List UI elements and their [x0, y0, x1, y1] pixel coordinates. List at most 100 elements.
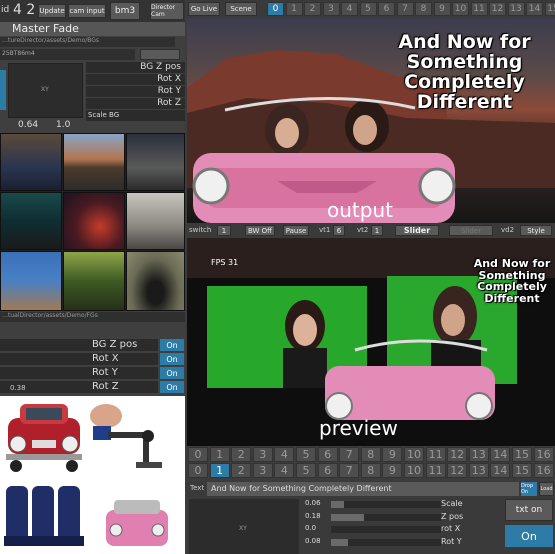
fg-slider-row[interactable]: BG Z pos [0, 339, 158, 351]
number-button[interactable]: 15 [512, 447, 532, 462]
name-field[interactable]: 25BT86m4 [0, 49, 135, 60]
scene-number-button[interactable]: 5 [359, 2, 377, 16]
go-live-button[interactable]: Go Live [188, 2, 220, 16]
slider-row-top[interactable]: Rot Y [86, 86, 185, 97]
switch-v1[interactable]: 1 [217, 225, 231, 236]
director-cam-button[interactable]: Director Cam [150, 2, 184, 20]
scene-number-button[interactable]: 4 [341, 2, 358, 16]
thumb-kitchen[interactable] [126, 192, 185, 250]
bottom-slider-track[interactable] [331, 538, 441, 546]
number-button[interactable]: 10 [404, 463, 424, 478]
thumb-island[interactable] [0, 192, 62, 250]
number-button[interactable]: 0 [188, 463, 208, 478]
thumb-bedroom[interactable] [0, 251, 62, 311]
number-button[interactable]: 12 [447, 463, 468, 478]
scene-number-button[interactable]: 9 [433, 2, 451, 16]
thumb-road[interactable] [126, 133, 185, 191]
fg-slider-row[interactable]: Rot Y [0, 367, 158, 379]
number-button[interactable]: 11 [425, 463, 446, 478]
bottom-slider-row[interactable]: 0.0 rot X [305, 524, 501, 535]
number-button[interactable]: 10 [404, 447, 424, 462]
bottom-slider-row[interactable]: 0.18 Z pos [305, 512, 501, 523]
bottom-slider-row[interactable]: 0.06 Scale [305, 499, 501, 510]
bw-off-button[interactable]: BW Off [245, 225, 275, 236]
on-button-large[interactable]: On [505, 525, 553, 547]
xy-pad[interactable]: XY [8, 63, 83, 118]
scene-number-button[interactable]: 1 [285, 2, 303, 16]
on-toggle[interactable]: On [160, 381, 184, 393]
load-button[interactable]: Load [539, 482, 554, 496]
slider-button[interactable]: Slider [395, 225, 439, 236]
thumb-red-car[interactable] [0, 396, 88, 476]
fg-path-field[interactable]: …tualDirector/assets/Demo/FGs [0, 312, 185, 322]
vt2-value[interactable]: 1 [371, 225, 383, 236]
number-button[interactable]: 5 [296, 447, 316, 462]
fg-slider-row[interactable]: Rot X [0, 353, 158, 365]
number-button[interactable]: 8 [360, 463, 381, 478]
vt1-value[interactable]: 6 [333, 225, 345, 236]
scene-number-button[interactable]: 12 [489, 2, 506, 16]
slider-row-top[interactable]: BG Z pos [86, 62, 185, 73]
scene-number-button[interactable]: 10 [452, 2, 469, 16]
thumb-subway[interactable] [0, 133, 62, 191]
number-button[interactable]: 13 [468, 463, 489, 478]
number-button[interactable]: 6 [317, 463, 338, 478]
scene-number-button[interactable]: 13 [507, 2, 525, 16]
on-toggle[interactable]: On [160, 353, 184, 365]
number-button[interactable]: 5 [296, 463, 316, 478]
number-button[interactable]: 11 [425, 447, 446, 462]
slider-row-top[interactable]: Rot Z [86, 98, 185, 109]
number-button[interactable]: 1 [209, 447, 230, 462]
number-button[interactable]: 15 [512, 463, 532, 478]
slider-row-top[interactable]: Rot X [86, 74, 185, 85]
on-toggle[interactable]: On [160, 339, 184, 351]
scene-button[interactable]: Scene [225, 2, 257, 16]
number-button[interactable]: 4 [274, 463, 295, 478]
scale-bg-row[interactable]: Scale BG [86, 110, 185, 121]
number-button[interactable]: 9 [382, 447, 403, 462]
scene-number-button[interactable]: 14 [526, 2, 543, 16]
number-button[interactable]: 7 [339, 463, 360, 478]
thumb-crater[interactable] [126, 251, 185, 311]
number-button[interactable]: 9 [382, 463, 403, 478]
scene-number-button[interactable]: 11 [470, 2, 488, 16]
scene-number-button[interactable]: 2 [304, 2, 321, 16]
text-input[interactable]: And Now for Something Completely Differe… [207, 482, 519, 496]
thumb-pink-car[interactable] [88, 478, 185, 554]
on-toggle[interactable]: On [160, 367, 184, 379]
cam-input-button[interactable]: cam input [68, 4, 106, 18]
scene-number-button[interactable]: 15 [544, 2, 555, 16]
bottom-xy-pad[interactable]: XY [189, 499, 299, 554]
bm3-button[interactable]: bm3 [110, 2, 140, 20]
number-button[interactable]: 7 [339, 447, 360, 462]
scene-number-button[interactable]: 7 [396, 2, 414, 16]
bottom-slider-track[interactable] [331, 513, 441, 521]
number-button[interactable]: 2 [231, 463, 252, 478]
thumb-firelit-room[interactable] [63, 192, 125, 250]
browse-button[interactable] [140, 49, 180, 60]
scene-number-button[interactable]: 8 [415, 2, 432, 16]
bottom-slider-track[interactable] [331, 526, 441, 533]
number-button[interactable]: 0 [188, 447, 208, 462]
number-button[interactable]: 13 [468, 447, 489, 462]
bg-path-field[interactable]: …tureDirector/assets/Demo/BGs [0, 37, 175, 47]
slider-button-2[interactable]: Slider [449, 225, 493, 236]
thumb-forest[interactable] [63, 251, 125, 311]
style-dropdown[interactable]: Style [520, 225, 552, 236]
scene-number-button[interactable]: 6 [378, 2, 395, 16]
number-button[interactable]: 12 [447, 447, 468, 462]
scene-number-button[interactable]: 3 [322, 2, 340, 16]
number-button[interactable]: 2 [231, 447, 252, 462]
thumb-seats[interactable] [0, 478, 88, 554]
thumb-robot-arm[interactable] [88, 396, 185, 476]
number-button[interactable]: 6 [317, 447, 338, 462]
number-button[interactable]: 16 [533, 447, 554, 462]
txt-on-button[interactable]: txt on [505, 499, 553, 521]
update-button[interactable]: Update [38, 4, 66, 18]
pause-button[interactable]: Pause [283, 225, 309, 236]
thumb-desert[interactable] [63, 133, 125, 191]
number-button[interactable]: 14 [490, 447, 511, 462]
number-button[interactable]: 16 [533, 463, 554, 478]
number-button[interactable]: 3 [252, 463, 273, 478]
number-button[interactable]: 4 [274, 447, 295, 462]
